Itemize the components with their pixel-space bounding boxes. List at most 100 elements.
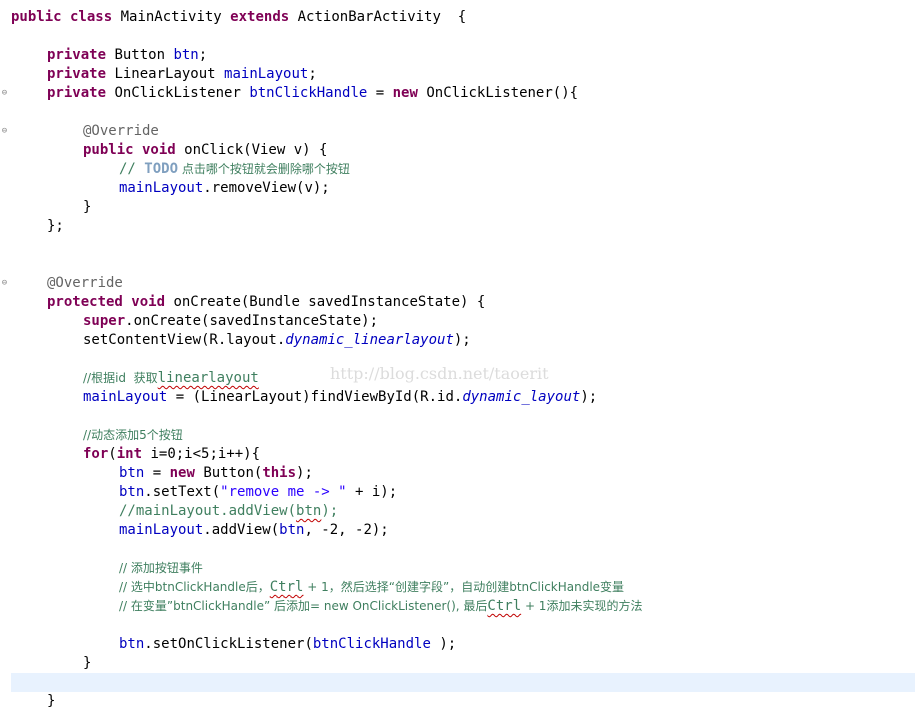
code-line: @Override [11,274,915,293]
fold-collapse-icon[interactable]: ⊖ [0,279,9,288]
code-token: }; [47,218,64,234]
code-token: i=0;i<5;i++){ [142,446,261,462]
comment-misspelled: linearlayout [157,370,259,386]
code-token: ); [296,465,313,481]
field-name: btn [119,636,145,652]
comment-misspelled: btn [296,503,322,519]
code-token: , -2, -2); [304,522,389,538]
field-name: mainLayout [83,389,168,405]
field-name: btn [119,465,145,481]
code-line: }; [11,217,915,236]
code-line: // 添加按钮事件 [11,559,915,578]
comment: + 1添加未实现的方法 [521,599,643,613]
comment: //动态添加5个按钮 [83,428,183,442]
code-token: setContentView(R.layout. [83,332,286,348]
code-token: MainActivity [112,9,231,25]
code-token: ; [308,66,317,82]
keyword: super [83,313,126,329]
keyword: extends [230,9,290,25]
comment: // 选中btnClickHandle后， [119,580,270,594]
keyword: private [47,47,107,63]
field-name: btn [119,484,145,500]
code-line: //mainLayout.addView(btn); [11,502,915,521]
string-literal: "remove me -> " [220,484,347,500]
code-line: @Override [11,122,915,141]
code-line: mainLayout.addView(btn, -2, -2); [11,521,915,540]
code-line: protected void onCreate(Bundle savedInst… [11,293,915,312]
code-line: private LinearLayout mainLayout; [11,65,915,84]
code-line: // 在变量”btnClickHandle” 后添加= new OnClickL… [11,597,915,616]
code-token: .setText( [144,484,221,500]
code-token: = [367,85,393,101]
code-token: } [47,693,56,709]
keyword: new [169,465,195,481]
comment: ); [321,503,339,519]
code-line: } [11,654,915,673]
fold-collapse-icon[interactable]: ⊖ [0,89,9,98]
code-line: private OnClickListener btnClickHandle =… [11,84,915,103]
code-token: Button( [194,465,263,481]
field-name: mainLayout [119,522,204,538]
field-name: btn [279,522,305,538]
code-editor[interactable]: ⊖ ⊖ ⊖ http://blog.csdn.net/taoerit publi… [0,0,915,727]
code-token: } [83,655,92,671]
code-line: for(int i=0;i<5;i++){ [11,445,915,464]
field-name: btn [173,47,199,63]
code-line: // TODO 点击哪个按钮就会删除哪个按钮 [11,160,915,179]
comment: // 添加按钮事件 [119,561,203,575]
code-token: ( [108,446,117,462]
code-line: } [11,198,915,217]
code-token: = [144,465,170,481]
comment: //根据id 获取 [83,371,158,385]
keyword: new [392,85,418,101]
keyword: private [47,66,107,82]
code-line: super.onCreate(savedInstanceState); [11,312,915,331]
code-line: public class MainActivity extends Action… [11,8,915,27]
code-token: .onCreate(savedInstanceState); [125,313,379,329]
fold-collapse-icon[interactable]: ⊖ [0,127,9,136]
code-line: public void onClick(View v) { [11,141,915,160]
code-token: ; [198,47,208,63]
static-field: dynamic_linearlayout [285,332,454,348]
code-token: ); [430,636,457,652]
code-text[interactable]: public class MainActivity extends Action… [11,8,915,711]
code-line: // 选中btnClickHandle后，Ctrl + 1，然后选择“创建字段”… [11,578,915,597]
code-token: } [83,199,92,215]
code-line: mainLayout.removeView(v); [11,179,915,198]
code-token: ); [580,389,598,405]
code-line: private Button btn; [11,46,915,65]
keyword: for [83,446,109,462]
annotation: @Override [83,123,159,139]
keyword: public void [83,142,176,158]
field-name: btnClickHandle [249,85,368,101]
comment: // [119,161,145,177]
keyword: public class [11,9,113,25]
code-token: onClick(View v) { [175,142,328,158]
field-name: mainLayout [119,180,204,196]
code-token: ActionBarActivity { [289,9,467,25]
code-line: btn.setOnClickListener(btnClickHandle ); [11,635,915,654]
code-token: .addView( [203,522,280,538]
code-token: + i); [346,484,398,500]
keyword: protected void [47,294,166,310]
current-line-highlight[interactable] [11,673,915,692]
comment: //mainLayout.addView( [119,503,297,519]
code-line: btn.setText("remove me -> " + i); [11,483,915,502]
code-token: .removeView(v); [203,180,330,196]
keyword: int [116,446,143,462]
comment: 点击哪个按钮就会删除哪个按钮 [178,162,350,176]
keyword: private [47,85,107,101]
code-token: OnClickListener(){ [417,85,579,101]
comment-misspelled: Ctrl [487,598,522,614]
static-field: dynamic_layout [462,389,581,405]
code-line: //根据id 获取linearlayout [11,369,915,388]
code-token: ); [453,332,471,348]
